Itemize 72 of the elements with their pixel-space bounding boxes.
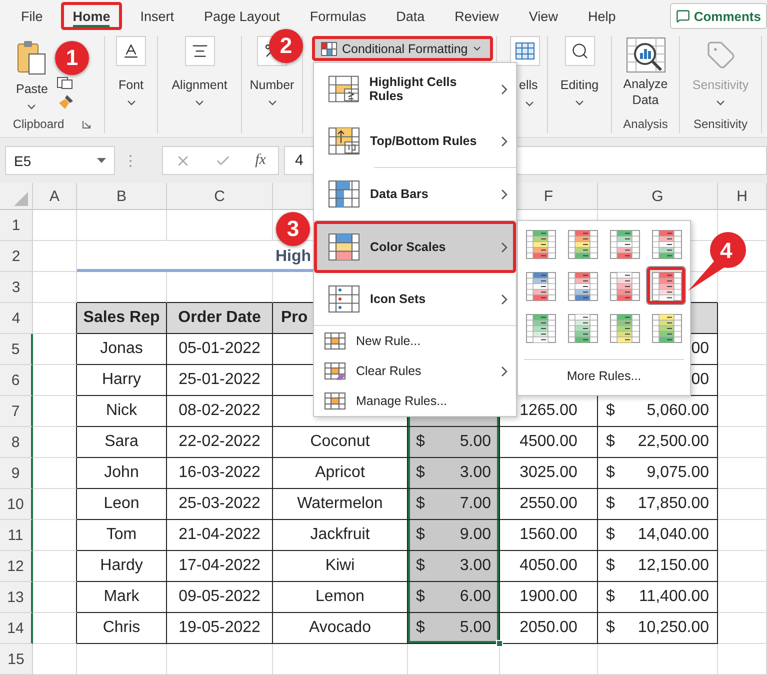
currency-symbol: $ (416, 526, 425, 544)
table-cell: Chris (77, 613, 167, 644)
table-cell: 1560.00 (500, 520, 598, 551)
cell-value: 5.00 (460, 433, 491, 451)
cell-value: 7.00 (460, 495, 491, 513)
currency-symbol: $ (606, 495, 615, 513)
table-cell: 4050.00 (500, 551, 598, 582)
cell-value: 5.00 (460, 619, 491, 637)
currency-symbol: $ (416, 588, 425, 606)
currency-symbol: $ (416, 433, 425, 451)
table-cell: John (77, 458, 167, 489)
table-cell: Leon (77, 489, 167, 520)
table-cell: Harry (77, 365, 167, 396)
cell-value: 3.00 (460, 557, 491, 575)
table-cell: Nick (77, 396, 167, 427)
currency-symbol: $ (606, 557, 615, 575)
currency-symbol: $ (606, 402, 615, 420)
column-header-cell: Order Date (167, 303, 273, 334)
currency-symbol: $ (606, 433, 615, 451)
table-cell: Tom (77, 520, 167, 551)
table-cell: 25-03-2022 (167, 489, 273, 520)
table-cell: 19-05-2022 (167, 613, 273, 644)
table-cell: Kiwi (273, 551, 408, 582)
table-cell: Lemon (273, 582, 408, 613)
table-cell: Apricot (273, 458, 408, 489)
table-cell: 09-05-2022 (167, 582, 273, 613)
group-label: Analysis (623, 117, 668, 131)
table-cell: 2050.00 (500, 613, 598, 644)
cell-value: 11,400.00 (639, 588, 709, 606)
cell-value: 12,150.00 (638, 557, 709, 575)
cell-value: 14,040.00 (638, 526, 709, 544)
table-cell: Hardy (77, 551, 167, 582)
table-cell: 1900.00 (500, 582, 598, 613)
table-cell: 4500.00 (500, 427, 598, 458)
table-cell: Watermelon (273, 489, 408, 520)
table-cell: 3025.00 (500, 458, 598, 489)
currency-symbol: $ (606, 526, 615, 544)
group-label: Sensitivity (693, 117, 748, 131)
cell-value: 6.00 (460, 588, 491, 606)
table-cell: 21-04-2022 (167, 520, 273, 551)
table-cell: 08-02-2022 (167, 396, 273, 427)
table-cell: Jackfruit (273, 520, 408, 551)
currency-symbol: $ (606, 464, 615, 482)
currency-symbol: $ (606, 588, 615, 606)
cell-value: 5,060.00 (646, 402, 709, 420)
table-cell: 22-02-2022 (167, 427, 273, 458)
cell-value: 10,250.00 (638, 619, 709, 637)
table-cell: 17-04-2022 (167, 551, 273, 582)
callout-tooltip: 4 (686, 229, 748, 293)
currency-symbol: $ (416, 557, 425, 575)
currency-symbol: $ (416, 619, 425, 637)
group-label: Clipboard (12, 117, 64, 131)
currency-symbol: $ (416, 495, 425, 513)
table-cell: 2550.00 (500, 489, 598, 520)
cell-value: 22,500.00 (638, 433, 709, 451)
currency-symbol: $ (416, 464, 425, 482)
cell-value: 00 (691, 340, 709, 358)
table-cell: Coconut (273, 427, 408, 458)
table-cell: Sara (77, 427, 167, 458)
cell-value: 9.00 (460, 526, 491, 544)
cell-value: 3.00 (460, 464, 491, 482)
table-cell: 05-01-2022 (167, 334, 273, 365)
table-cell: 16-03-2022 (167, 458, 273, 489)
table-cell: Avocado (273, 613, 408, 644)
column-header-cell: Sales Rep (77, 303, 167, 334)
table-cell: 25-01-2022 (167, 365, 273, 396)
table-cell: Mark (77, 582, 167, 613)
table-cell: Jonas (77, 334, 167, 365)
cell-value: 17,850.00 (638, 495, 709, 513)
cell-value: 9,075.00 (646, 464, 709, 482)
cell-value: 00 (691, 371, 709, 389)
currency-symbol: $ (606, 619, 615, 637)
